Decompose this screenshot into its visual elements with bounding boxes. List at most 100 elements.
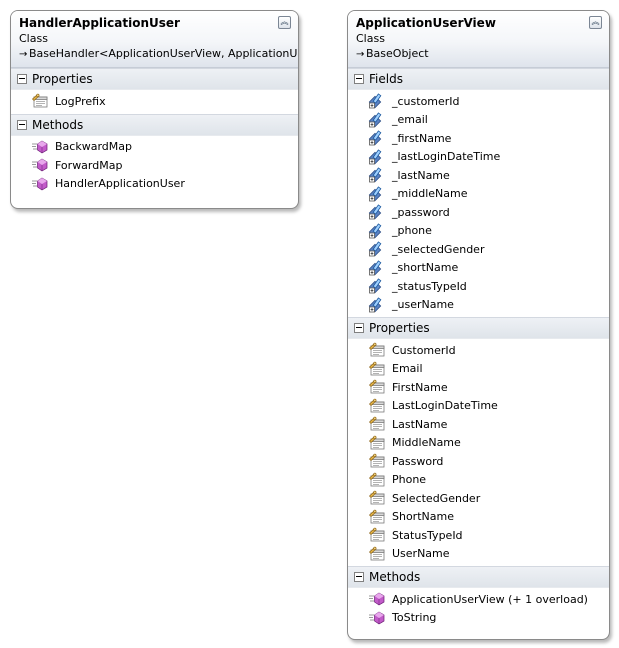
member-item[interactable]: SelectedGender: [348, 489, 609, 508]
member-item[interactable]: ToString: [348, 609, 609, 628]
base-class-name: BaseObject: [366, 47, 429, 60]
member-name: _shortName: [392, 261, 459, 275]
property-icon: [368, 546, 386, 562]
member-name: SelectedGender: [392, 491, 481, 505]
member-item[interactable]: _firstName: [348, 129, 609, 148]
property-icon: [31, 93, 49, 109]
field-icon: [368, 186, 386, 202]
member-list: _customerId _email _firstName _lastLoginDat…: [348, 90, 609, 317]
member-item[interactable]: UserName: [348, 545, 609, 564]
member-name: HandlerApplicationUser: [55, 177, 185, 191]
member-item[interactable]: _selectedGender: [348, 240, 609, 259]
member-item[interactable]: CustomerId: [348, 341, 609, 360]
compartment-fields: Fields _customerId _email _firstName _lastLo…: [348, 68, 609, 317]
field-icon: [368, 167, 386, 183]
member-item[interactable]: _phone: [348, 222, 609, 241]
member-list: CustomerId Email FirstName LastLoginDateTim…: [348, 339, 609, 566]
member-name: FirstName: [392, 380, 448, 394]
member-item[interactable]: ShortName: [348, 508, 609, 527]
field-icon: [368, 278, 386, 294]
member-item[interactable]: BackwardMap: [11, 138, 298, 157]
method-icon: [31, 157, 49, 173]
class-shape-application-user-view[interactable]: ApplicationUserView Class → BaseObject ︽ …: [347, 10, 610, 640]
member-item[interactable]: FirstName: [348, 378, 609, 397]
member-item[interactable]: _shortName: [348, 259, 609, 278]
class-kind: Class: [356, 32, 385, 45]
member-list: LogPrefix: [11, 90, 298, 114]
right-compartments: Fields _customerId _email _firstName _lastLo…: [348, 68, 609, 630]
member-item[interactable]: Phone: [348, 471, 609, 490]
base-class: → BaseHandler<ApplicationUserView, Applic…: [19, 46, 298, 63]
member-item[interactable]: ApplicationUserView (+ 1 overload): [348, 590, 609, 609]
member-list: BackwardMap ForwardMap HandlerApplicatio…: [11, 136, 298, 197]
member-item[interactable]: Email: [348, 360, 609, 379]
member-name: _middleName: [392, 187, 468, 201]
member-item[interactable]: StatusTypeId: [348, 526, 609, 545]
field-icon: [368, 297, 386, 313]
field-icon: [368, 149, 386, 165]
member-item[interactable]: Password: [348, 452, 609, 471]
member-item[interactable]: HandlerApplicationUser: [11, 175, 298, 194]
property-icon: [368, 453, 386, 469]
member-item[interactable]: _lastName: [348, 166, 609, 185]
member-item[interactable]: _userName: [348, 296, 609, 315]
collapse-minus-icon[interactable]: [354, 572, 364, 582]
field-icon: [368, 204, 386, 220]
member-item[interactable]: _middleName: [348, 185, 609, 204]
member-item[interactable]: _email: [348, 111, 609, 130]
class-name: ApplicationUserView: [356, 16, 496, 30]
property-icon: [368, 472, 386, 488]
member-item[interactable]: ForwardMap: [11, 156, 298, 175]
member-item[interactable]: LogPrefix: [11, 92, 298, 111]
member-name: ApplicationUserView (+ 1 overload): [392, 592, 588, 606]
compartment-title: Fields: [369, 72, 403, 86]
property-icon: [368, 342, 386, 358]
member-name: ShortName: [392, 510, 454, 524]
inheritance-arrow-icon: →: [19, 49, 28, 60]
method-icon: [368, 591, 386, 607]
member-name: _email: [392, 113, 428, 127]
compartment-properties: Properties LogPrefix: [11, 68, 298, 114]
member-item[interactable]: MiddleName: [348, 434, 609, 453]
collapse-minus-icon[interactable]: [354, 323, 364, 333]
collapse-minus-icon[interactable]: [354, 74, 364, 84]
member-item[interactable]: LastLoginDateTime: [348, 397, 609, 416]
member-name: _lastLoginDateTime: [392, 150, 501, 164]
property-icon: [368, 416, 386, 432]
property-icon: [368, 435, 386, 451]
class-shape-handler-application-user[interactable]: HandlerApplicationUser Class → BaseHandle…: [10, 10, 299, 209]
base-class-name: BaseHandler<ApplicationUserView, Applica…: [29, 47, 299, 60]
member-name: LastLoginDateTime: [392, 399, 498, 413]
compartment-header[interactable]: Properties: [11, 68, 298, 90]
method-icon: [31, 176, 49, 192]
member-name: CustomerId: [392, 343, 456, 357]
member-item[interactable]: _lastLoginDateTime: [348, 148, 609, 167]
property-icon: [368, 527, 386, 543]
member-item[interactable]: LastName: [348, 415, 609, 434]
collapse-minus-icon[interactable]: [17, 119, 27, 130]
member-list: ApplicationUserView (+ 1 overload) ToStri…: [348, 588, 609, 630]
compartment-header[interactable]: Methods: [11, 113, 298, 136]
member-item[interactable]: _customerId: [348, 92, 609, 111]
compartment-header[interactable]: Methods: [348, 566, 609, 588]
class-header[interactable]: ApplicationUserView Class → BaseObject ︽: [348, 11, 609, 68]
class-name: HandlerApplicationUser: [19, 16, 180, 30]
collapse-minus-icon[interactable]: [17, 74, 27, 84]
member-name: _userName: [392, 298, 454, 312]
compartment-properties: Properties CustomerId Email FirstName LastLo…: [348, 317, 609, 566]
field-icon: [368, 260, 386, 276]
method-icon: [31, 139, 49, 155]
property-icon: [368, 509, 386, 525]
field-icon: [368, 93, 386, 109]
collapse-chevron-icon[interactable]: ︽: [278, 16, 291, 29]
member-item[interactable]: _password: [348, 203, 609, 222]
compartment-methods: Methods BackwardMap ForwardMap HandlerAp…: [11, 113, 298, 197]
compartment-header[interactable]: Properties: [348, 317, 609, 339]
member-name: Phone: [392, 473, 427, 487]
member-item[interactable]: _statusTypeId: [348, 277, 609, 296]
field-icon: [368, 130, 386, 146]
compartment-header[interactable]: Fields: [348, 68, 609, 90]
class-header[interactable]: HandlerApplicationUser Class → BaseHandle…: [11, 11, 298, 68]
collapse-chevron-icon[interactable]: ︽: [589, 16, 602, 29]
member-name: BackwardMap: [55, 140, 132, 154]
